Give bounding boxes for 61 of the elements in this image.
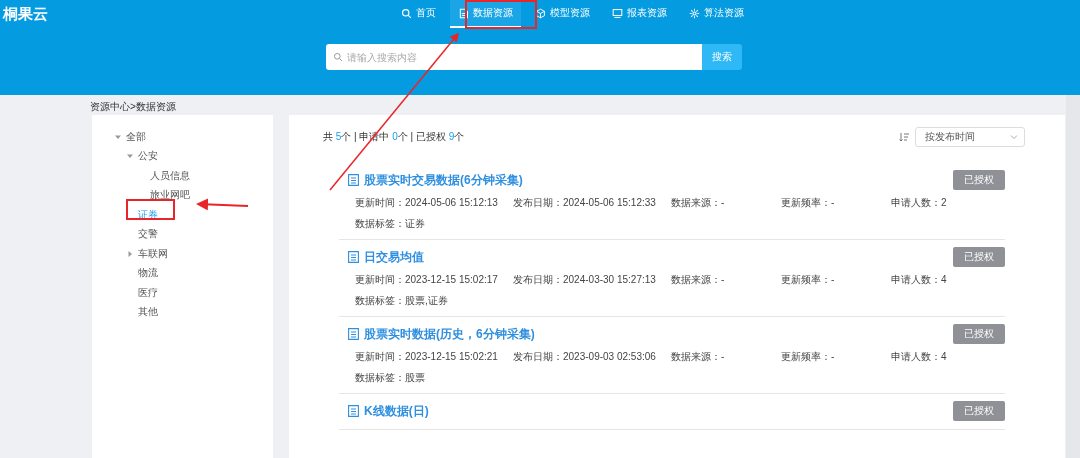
resource-title[interactable]: 日交易均值: [364, 248, 424, 266]
meta-field: 数据来源：-: [671, 273, 781, 287]
search-icon: [333, 52, 343, 62]
chevron-down-icon: [1010, 134, 1018, 140]
tree-item[interactable]: 物流: [138, 266, 158, 281]
meta-field: 数据来源：-: [671, 350, 781, 364]
gear-icon: [689, 7, 700, 19]
authorized-button[interactable]: 已授权: [953, 247, 1005, 267]
nav-tab[interactable]: 算法资源: [681, 0, 752, 28]
nav-tab[interactable]: 模型资源: [527, 0, 598, 28]
document-icon: [348, 174, 359, 186]
annotation-arrow: [196, 198, 249, 211]
authorized-button[interactable]: 已授权: [953, 170, 1005, 190]
tree-item[interactable]: 人员信息: [150, 168, 190, 183]
logo: 桐果云: [1, 4, 49, 24]
tree-item[interactable]: 旅业网吧: [150, 188, 190, 203]
meta-field: 更新时间：2024-05-06 15:12:13: [355, 196, 513, 210]
meta-field: 更新时间：2023-12-15 15:02:17: [355, 273, 513, 287]
meta-field: 更新频率：-: [781, 350, 891, 364]
meta-field: 发布日期：2023-09-03 02:53:06: [513, 350, 671, 364]
meta-field: 发布日期：2024-03-30 15:27:13: [513, 273, 671, 287]
authorized-button[interactable]: 已授权: [953, 324, 1005, 344]
tree-item[interactable]: 医疗: [138, 285, 158, 300]
data-tags: 数据标签：股票,证券: [355, 295, 448, 306]
document-icon: [348, 405, 359, 417]
tree-item[interactable]: 交警: [138, 227, 158, 242]
meta-field: 申请人数：4: [891, 350, 1005, 364]
caret-right-icon[interactable]: [126, 249, 134, 258]
document-icon: [348, 328, 359, 340]
data-tags: 数据标签：证券: [355, 218, 425, 229]
meta-field: 数据来源：-: [671, 196, 781, 210]
tree-item[interactable]: 全部: [126, 129, 146, 144]
tree-item[interactable]: 车联网: [138, 246, 168, 261]
annotation-box: [465, 0, 537, 29]
nav-tab[interactable]: 数据资源: [450, 0, 521, 28]
tree-item[interactable]: 公安: [138, 149, 158, 164]
breadcrumb: 资源中心>数据资源: [90, 101, 176, 112]
meta-field: 更新频率：-: [781, 196, 891, 210]
meta-field: 申请人数：2: [891, 196, 1005, 210]
nav-tab[interactable]: 报表资源: [604, 0, 675, 28]
search-button[interactable]: 搜索: [702, 44, 742, 70]
meta-field: 更新频率：-: [781, 273, 891, 287]
monitor-icon: [612, 7, 623, 19]
search-field[interactable]: 请输入搜索内容: [326, 44, 702, 70]
annotation-box: [126, 199, 175, 220]
search-icon: [401, 7, 412, 19]
sort-dropdown[interactable]: 按发布时间: [915, 127, 1025, 147]
authorized-button[interactable]: 已授权: [953, 401, 1005, 421]
sort-icon[interactable]: [899, 132, 909, 142]
document-icon: [458, 7, 469, 19]
document-icon: [348, 251, 359, 263]
meta-field: 申请人数：4: [891, 273, 1005, 287]
resource-title[interactable]: 股票实时交易数据(6分钟采集): [364, 171, 523, 189]
resource-title[interactable]: 股票实时数据(历史，6分钟采集): [364, 325, 535, 343]
tree-item[interactable]: 其他: [138, 305, 158, 320]
nav-tab[interactable]: 首页: [393, 0, 444, 28]
cube-icon: [535, 7, 546, 19]
meta-field: 更新时间：2023-12-15 15:02:21: [355, 350, 513, 364]
meta-field: 发布日期：2024-05-06 15:12:33: [513, 196, 671, 210]
data-tags: 数据标签：股票: [355, 372, 425, 383]
resource-title[interactable]: K线数据(日): [364, 402, 429, 420]
